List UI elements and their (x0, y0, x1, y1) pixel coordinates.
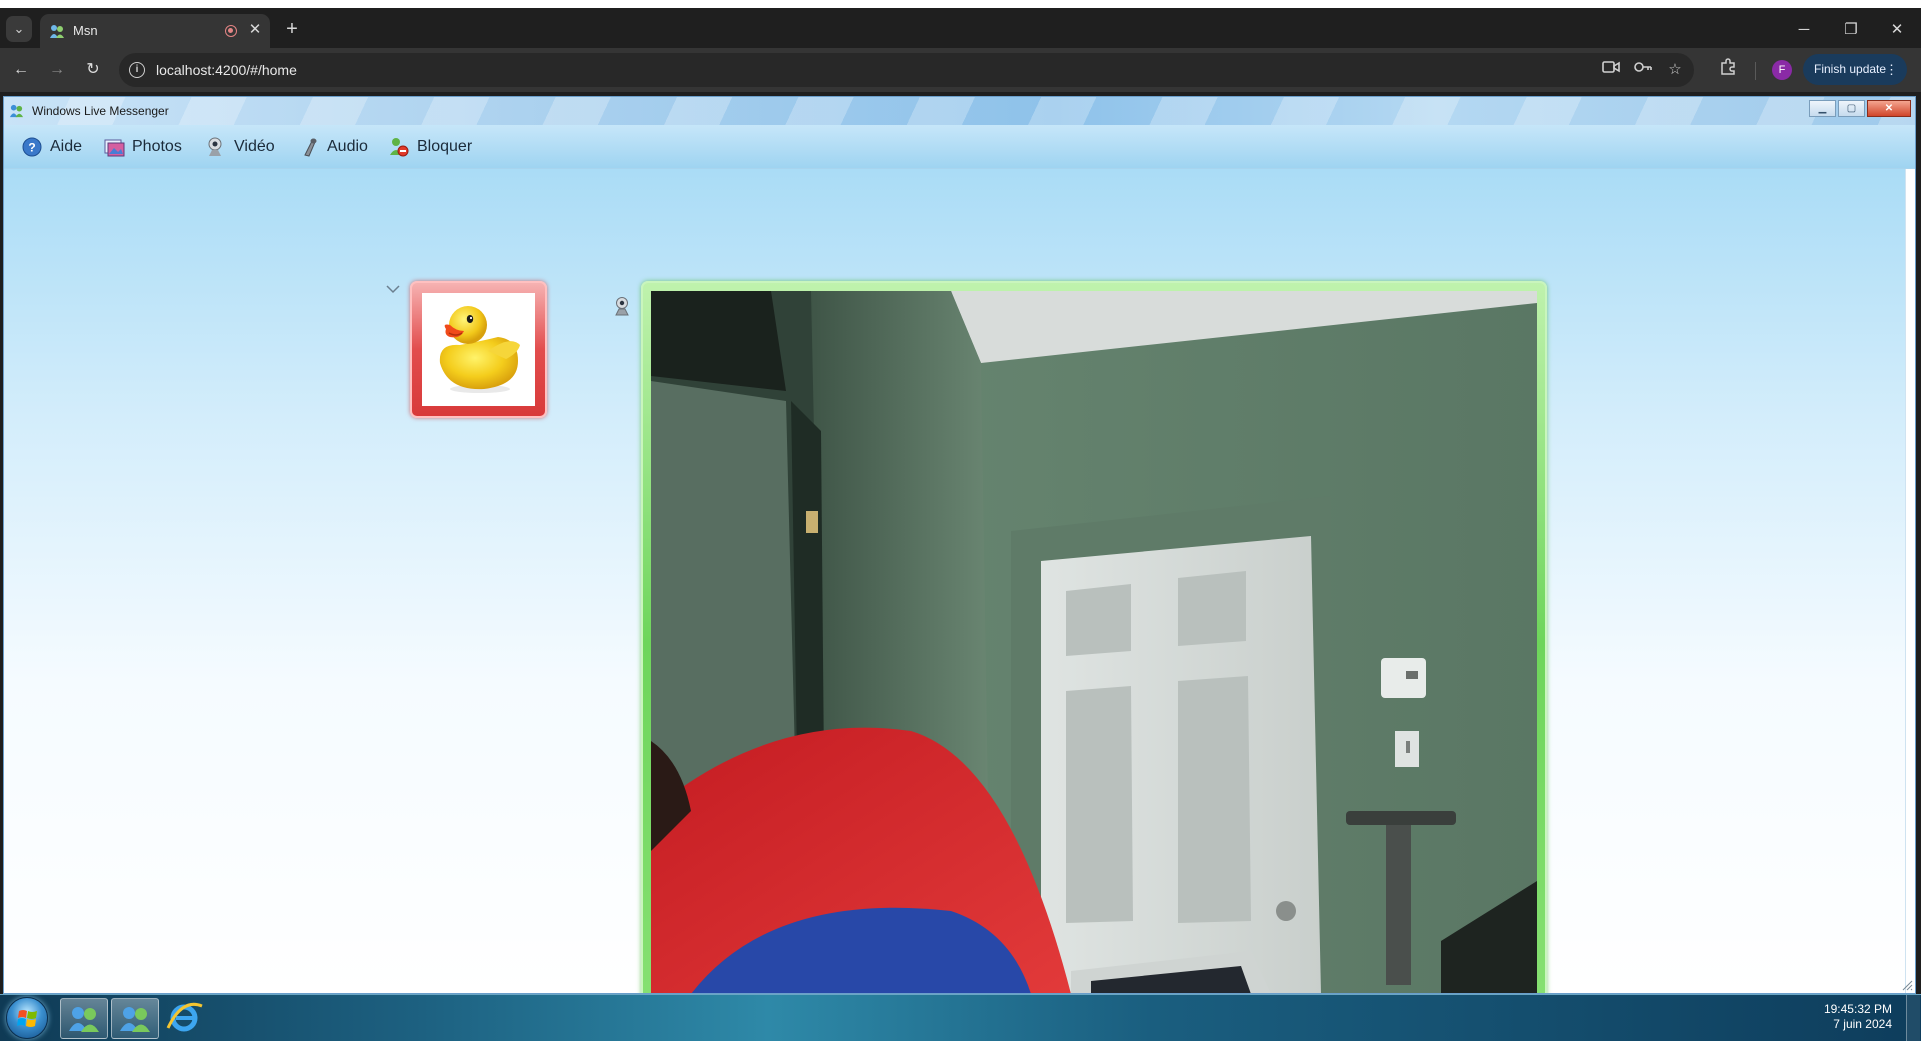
tab-close-icon[interactable]: ✕ (245, 20, 265, 40)
menu-audio[interactable]: Audio (298, 135, 368, 159)
window-close-button[interactable]: ✕ (1882, 18, 1912, 42)
menu-video[interactable]: Vidéo (205, 135, 275, 159)
password-key-icon[interactable] (1633, 60, 1653, 80)
rubber-duck-image (439, 306, 520, 393)
messenger-icon (120, 1007, 150, 1032)
address-bar[interactable]: i localhost:4200/#/home ☆ (119, 53, 1694, 87)
svg-text:?: ? (28, 141, 35, 155)
show-desktop-button[interactable] (1906, 995, 1920, 1041)
messenger-window-title: Windows Live Messenger (32, 104, 169, 118)
start-button[interactable] (6, 997, 48, 1039)
taskbar-messenger-button-2[interactable] (111, 998, 159, 1039)
block-contact-icon (390, 138, 409, 157)
messenger-menubar: ? Aide Photos Vidéo Audio Bloquer (4, 125, 1915, 169)
menu-video-label: Vidéo (234, 138, 275, 155)
messenger-titlebar: Windows Live Messenger ▁ ▢ ✕ (4, 97, 1915, 125)
messenger-close-button[interactable]: ✕ (1867, 100, 1911, 117)
menu-aide[interactable]: ? Aide (21, 135, 82, 159)
tab-search-chevron-icon[interactable]: ⌄ (6, 16, 32, 42)
tab-title: Msn (73, 23, 98, 38)
site-info-icon[interactable]: i (129, 62, 145, 78)
messenger-window-controls: ▁ ▢ ✕ (1809, 100, 1911, 117)
browser-toolbar: ← → ↻ i localhost:4200/#/home ☆ F Finish… (0, 48, 1921, 92)
messenger-minimize-button[interactable]: ▁ (1809, 100, 1836, 117)
more-vertical-icon: ⋮ (1885, 62, 1898, 77)
webcam-video-image (651, 291, 1537, 993)
url-text[interactable]: localhost:4200/#/home (156, 62, 297, 78)
menu-photos-label: Photos (132, 138, 182, 155)
messenger-maximize-button[interactable]: ▢ (1838, 100, 1865, 117)
screen: ⌄ Msn ✕ + ─ ❐ ✕ ← → ↻ i localhost:4200/#… (0, 0, 1921, 1041)
camera-in-use-icon[interactable] (1601, 60, 1621, 80)
messenger-window: Windows Live Messenger ▁ ▢ ✕ ? Aide Phot… (3, 96, 1916, 994)
window-minimize-button[interactable]: ─ (1789, 18, 1819, 42)
recording-indicator-icon (225, 25, 237, 37)
webcam-video-feed[interactable] (651, 291, 1537, 993)
video-frame (641, 281, 1547, 993)
help-icon: ? (22, 137, 42, 157)
clock-date: 7 juin 2024 (1833, 1017, 1892, 1031)
messenger-logo-icon (9, 104, 24, 118)
screen-top-edge (0, 0, 1921, 8)
conversation-area (4, 169, 1915, 993)
toolbar-separator (1755, 62, 1756, 80)
finish-update-label: Finish update (1814, 62, 1887, 76)
menu-aide-label: Aide (50, 138, 83, 155)
window-restore-button[interactable]: ❐ (1836, 18, 1866, 42)
menu-bloquer-label: Bloquer (417, 138, 473, 155)
bookmark-star-icon[interactable]: ☆ (1665, 60, 1685, 80)
menu-bloquer[interactable]: Bloquer (388, 135, 472, 159)
microphone-icon (304, 138, 317, 157)
webcam-icon[interactable] (611, 295, 633, 317)
webcam-icon (208, 137, 222, 156)
taskbar-messenger-button[interactable] (60, 998, 108, 1039)
windows-logo-icon (17, 1010, 37, 1027)
extensions-puzzle-icon[interactable] (1716, 58, 1740, 82)
reload-icon[interactable]: ↻ (81, 58, 105, 82)
resize-grip-icon[interactable] (1901, 979, 1913, 991)
internet-explorer-icon (166, 1002, 203, 1032)
browser-tab[interactable]: Msn ✕ (40, 14, 270, 48)
taskbar-internet-explorer-button[interactable] (162, 998, 210, 1039)
menu-photos[interactable]: Photos (103, 135, 182, 159)
contact-display-picture-frame[interactable] (410, 281, 547, 418)
contact-display-picture (422, 293, 535, 406)
chevron-down-icon[interactable] (385, 281, 401, 297)
back-arrow-icon[interactable]: ← (9, 58, 33, 82)
messenger-icon (69, 1007, 99, 1032)
forward-arrow-icon[interactable]: → (45, 58, 69, 82)
menu-audio-label: Audio (327, 138, 368, 155)
messenger-right-border (1905, 169, 1915, 993)
photos-icon (104, 139, 125, 157)
taskbar-clock[interactable]: 19:45:32 PM 7 juin 2024 (1812, 1002, 1892, 1032)
browser-tab-bar: ⌄ Msn ✕ + ─ ❐ ✕ (0, 8, 1921, 48)
clock-time: 19:45:32 PM (1823, 1002, 1892, 1016)
profile-avatar[interactable]: F (1772, 60, 1792, 80)
messenger-favicon-icon (50, 25, 64, 38)
finish-update-button[interactable]: Finish update ⋮ (1803, 54, 1907, 85)
windows-taskbar: 19:45:32 PM 7 juin 2024 (0, 994, 1921, 1041)
new-tab-button[interactable]: + (281, 19, 303, 41)
